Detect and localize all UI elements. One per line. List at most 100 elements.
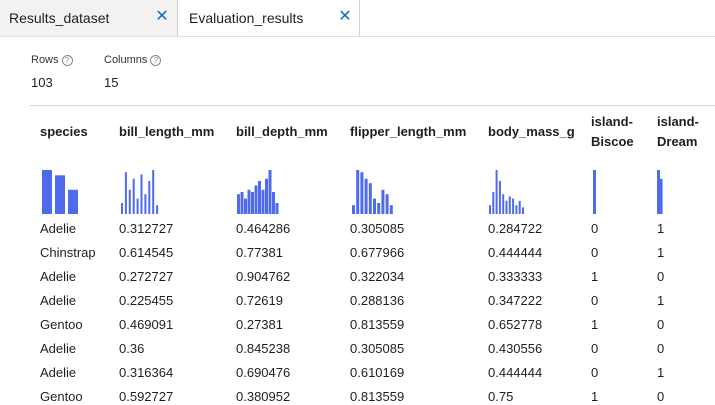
table-cell-species: Adelie [40, 269, 77, 284]
histogram-bar-bill_depth_mm-5 [254, 185, 258, 214]
histogram-bar-flipper_length_mm-9 [389, 205, 393, 214]
histogram-bar-bill_depth_mm-7 [261, 189, 265, 214]
column-header-species[interactable]: species [40, 122, 88, 142]
table-cell-flipper-length-mm: 0.677966 [350, 245, 405, 260]
column-header-bill-depth-mm[interactable]: bill_depth_mm [236, 122, 328, 142]
close-icon[interactable]: ✕ [155, 9, 169, 25]
table-cell-bill-depth-mm: 0.464286 [236, 221, 291, 236]
table-cell-species: Adelie [40, 293, 77, 308]
histogram-bar-bill_length_mm-0 [121, 203, 123, 214]
column-header-bill-length-mm[interactable]: bill_length_mm [119, 122, 214, 142]
help-icon[interactable]: ? [61, 55, 73, 66]
table-cell-island-dream: 0 [657, 317, 665, 332]
histogram-bar-body_mass_g-3 [498, 181, 501, 214]
table-cell-island-biscoe: 1 [591, 389, 599, 404]
table-cell-island-dream: 1 [657, 221, 665, 236]
table-cell-species: Adelie [40, 221, 77, 236]
help-icon[interactable]: ? [150, 55, 162, 66]
table-cell-island-dream: 1 [657, 293, 665, 308]
histogram-bar-body_mass_g-2 [495, 170, 498, 214]
table-cell-flipper-length-mm: 0.813559 [350, 317, 405, 332]
table-cell-species: Gentoo [40, 317, 83, 332]
table-cell-island-dream: 1 [657, 245, 665, 260]
histogram-bar-bill_depth_mm-1 [240, 192, 244, 214]
histogram-bar-flipper_length_mm-4 [368, 183, 372, 214]
table-cell-bill-depth-mm: 0.845238 [236, 341, 291, 356]
table-cell-island-biscoe: 0 [591, 341, 599, 356]
table-cell-flipper-length-mm: 0.813559 [350, 389, 405, 404]
table-cell-bill-length-mm: 0.312727 [119, 221, 174, 236]
histogram-bar-body_mass_g-4 [502, 194, 505, 214]
histogram-bar-body_mass_g-9 [518, 200, 521, 214]
table-cell-island-dream: 0 [657, 341, 665, 356]
histogram-bar-flipper_length_mm-0 [352, 205, 355, 214]
histogram-bar-body_mass_g-0 [489, 205, 491, 214]
histogram-bar-bill_depth_mm-11 [275, 203, 279, 214]
tab-evaluation-results[interactable]: Evaluation_results ✕ [178, 0, 360, 36]
column-header-island-biscoe[interactable]: island- Biscoe [591, 112, 634, 152]
histogram-bar-bill_length_mm-1 [124, 172, 127, 214]
histogram-bar-body_mass_g-5 [505, 200, 508, 214]
histogram-bar-island_biscoe-9 [659, 178, 663, 214]
histogram-bar-flipper_length_mm-8 [385, 194, 389, 214]
histogram-bar-bill_depth_mm-4 [251, 192, 254, 214]
table-cell-flipper-length-mm: 0.610169 [350, 365, 405, 380]
close-icon[interactable]: ✕ [338, 9, 352, 25]
histogram-bar-body_mass_g-7 [512, 198, 515, 214]
table-cell-species: Adelie [40, 341, 77, 356]
table-cell-bill-depth-mm: 0.77381 [236, 245, 283, 260]
rows-count: 103 [31, 75, 53, 90]
histogram-bar-bill_length_mm-4 [136, 198, 139, 214]
histogram-bar-bill_length_mm-5 [140, 174, 143, 214]
histogram-bar-bill_depth_mm-9 [268, 170, 272, 214]
column-header-flipper-length-mm[interactable]: flipper_length_mm [350, 122, 466, 142]
histogram-bar-flipper_length_mm-1 [356, 170, 360, 214]
tab-bar: Results_dataset ✕ Evaluation_results ✕ [0, 0, 715, 37]
divider [30, 105, 715, 106]
tab-results-dataset[interactable]: Results_dataset ✕ [0, 0, 178, 36]
histogram-bar-bill_length_mm-8 [152, 170, 155, 214]
table-cell-body-mass-g: 0.347222 [488, 293, 543, 308]
table-cell-body-mass-g: 0.430556 [488, 341, 543, 356]
histogram-bar-bill_length_mm-7 [148, 181, 151, 214]
columns-count: 15 [104, 75, 119, 90]
tab-evaluation-results-label: Evaluation_results [189, 10, 304, 26]
rows-label: Rows [31, 54, 59, 66]
histogram-bar-body_mass_g-1 [492, 192, 495, 214]
table-cell-island-dream: 0 [657, 269, 665, 284]
table-cell-island-dream: 1 [657, 365, 665, 380]
table-cell-bill-depth-mm: 0.27381 [236, 317, 283, 332]
histogram-bar-bill_depth_mm-0 [237, 194, 240, 214]
table-cell-bill-depth-mm: 0.690476 [236, 365, 291, 380]
table-cell-island-biscoe: 0 [591, 245, 599, 260]
table-cell-bill-depth-mm: 0.380952 [236, 389, 291, 404]
column-histograms [42, 170, 663, 214]
table-cell-island-biscoe: 1 [591, 317, 599, 332]
histogram-bar-flipper_length_mm-6 [377, 203, 381, 214]
table-cell-species: Chinstrap [40, 245, 96, 260]
table-cell-bill-length-mm: 0.316364 [119, 365, 174, 380]
histogram-bar-island_biscoe-0 [593, 170, 596, 214]
histogram-bar-bill_length_mm-3 [132, 178, 135, 214]
columns-label: Columns [104, 54, 148, 66]
table-cell-island-dream: 0 [657, 389, 665, 404]
column-header-body-mass-g[interactable]: body_mass_g [488, 122, 575, 142]
histogram-bar-species-2 [68, 189, 78, 214]
histogram-bar-bill_length_mm-6 [144, 194, 147, 214]
column-header-island-dream[interactable]: island- Dream [657, 112, 699, 152]
table-cell-flipper-length-mm: 0.305085 [350, 341, 405, 356]
table-cell-bill-length-mm: 0.592727 [119, 389, 174, 404]
table-cell-body-mass-g: 0.444444 [488, 365, 543, 380]
histogram-bar-flipper_length_mm-5 [373, 198, 376, 214]
table-cell-species: Gentoo [40, 389, 83, 404]
histogram-bar-flipper_length_mm-7 [381, 189, 385, 214]
histogram-bar-island_dream-0 [657, 170, 660, 214]
table-cell-species: Adelie [40, 365, 77, 380]
table-cell-bill-length-mm: 0.469091 [119, 317, 174, 332]
rows-stat-label: Rows? [31, 54, 73, 66]
table-cell-bill-length-mm: 0.36 [119, 341, 145, 356]
table-cell-bill-depth-mm: 0.72619 [236, 293, 283, 308]
table-cell-island-biscoe: 0 [591, 221, 599, 236]
histogram-bar-bill_depth_mm-10 [272, 192, 275, 214]
tab-results-dataset-label: Results_dataset [9, 10, 110, 26]
